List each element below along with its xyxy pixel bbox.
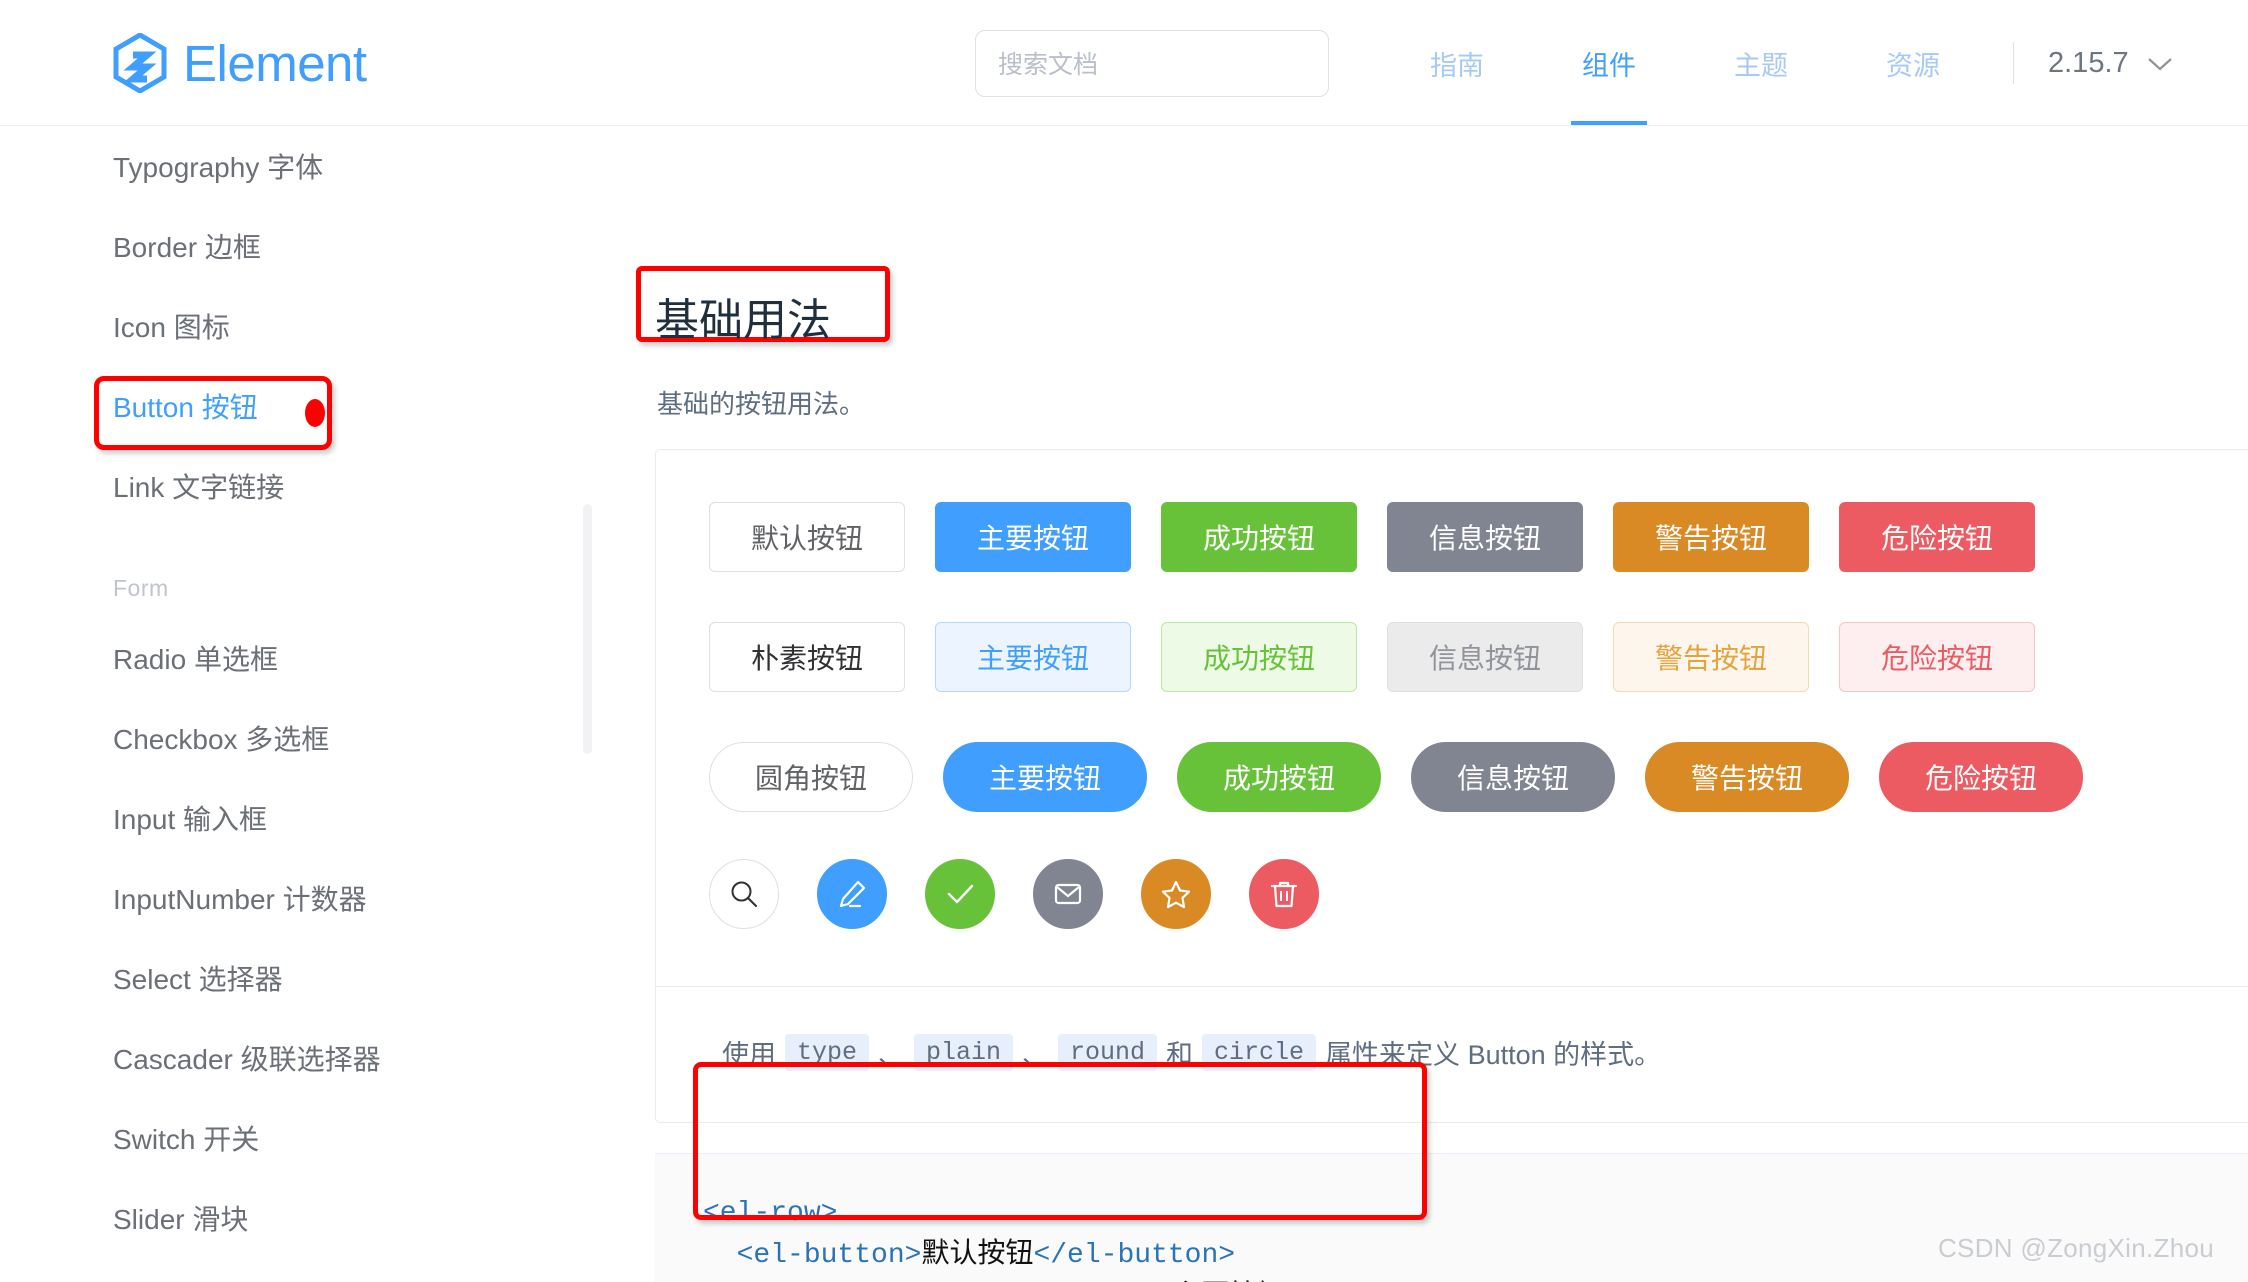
edit-pencil-icon [839, 880, 866, 908]
main-content: 基础用法 基础的按钮用法。 默认按钮 主要按钮 成功按钮 信息按钮 警告按钮 危… [600, 126, 2248, 1282]
nav-item-guide[interactable]: 指南 [1381, 0, 1533, 126]
search-placeholder: 搜索文档 [998, 51, 1099, 79]
code-line-0: <el-row> [703, 1200, 837, 1228]
button-circle-delete[interactable] [1249, 859, 1319, 929]
element-logo-icon [113, 33, 167, 93]
page-root: Element 搜索文档 指南 组件 主题 资源 2.15.7 Typograp… [0, 0, 2248, 1282]
code-line-1: <el-button>默认按钮</el-button> [703, 1240, 1236, 1271]
brand-logo-link[interactable]: Element [113, 33, 367, 93]
nav-links: 指南 组件 主题 资源 [1381, 0, 1989, 126]
nav-item-components[interactable]: 组件 [1533, 0, 1685, 126]
button-plain-warning[interactable]: 警告按钮 [1613, 622, 1809, 692]
usage-description-block: 使用 type 、 plain 、 round 和 circle 属性来定义 B… [655, 986, 2248, 1123]
search-input[interactable]: 搜索文档 [975, 29, 1329, 97]
sidebar-group-form: Form [113, 575, 169, 601]
usage-conj: 和 [1166, 1040, 1194, 1070]
nav-divider [2013, 42, 2014, 84]
button-circle-edit[interactable] [817, 859, 887, 929]
sidebar-item-border[interactable]: Border 边框 [0, 206, 600, 286]
button-round-primary[interactable]: 主要按钮 [943, 742, 1147, 812]
page-title: 基础用法 [655, 296, 831, 345]
code-tag-round: round [1058, 1034, 1158, 1071]
version-selector[interactable]: 2.15.7 [2048, 47, 2173, 80]
code-token: </el-button> [1033, 1240, 1236, 1271]
button-round-info[interactable]: 信息按钮 [1411, 742, 1615, 812]
nav-item-resources[interactable]: 资源 [1837, 0, 1989, 126]
button-circle-star[interactable] [1141, 859, 1211, 929]
sidebar-nav: Typography 字体 Border 边框 Icon 图标 Button 按… [0, 126, 600, 1282]
nav-item-theme[interactable]: 主题 [1685, 0, 1837, 126]
sidebar-item-checkbox[interactable]: Checkbox 多选框 [0, 698, 600, 778]
chevron-down-icon [2147, 47, 2173, 80]
sidebar-scrollbar[interactable] [583, 504, 592, 754]
sidebar-item-cascader[interactable]: Cascader 级联选择器 [0, 1018, 600, 1098]
usage-suffix: 属性来定义 Button 的样式。 [1325, 1040, 1662, 1070]
button-warning[interactable]: 警告按钮 [1613, 502, 1809, 572]
watermark: CSDN @ZongXin.Zhou [1937, 1233, 2214, 1263]
usage-sep-1: 、 [878, 1040, 906, 1070]
version-label: 2.15.7 [2048, 46, 2129, 79]
site-header: Element 搜索文档 指南 组件 主题 资源 2.15.7 [0, 0, 2248, 126]
code-tag-type: type [785, 1034, 870, 1071]
button-plain-primary[interactable]: 主要按钮 [935, 622, 1131, 692]
button-round-danger[interactable]: 危险按钮 [1879, 742, 2083, 812]
sidebar-item-button[interactable]: Button 按钮 [0, 366, 600, 446]
button-round-default[interactable]: 圆角按钮 [709, 742, 913, 812]
button-primary[interactable]: 主要按钮 [935, 502, 1131, 572]
button-danger[interactable]: 危险按钮 [1839, 502, 2035, 572]
star-icon [1161, 880, 1191, 909]
sidebar-item-typography[interactable]: Typography 字体 [0, 126, 600, 206]
code-tag-plain: plain [914, 1034, 1014, 1071]
header-nav: 搜索文档 指南 组件 主题 资源 2.15.7 [975, 0, 2173, 126]
code-token: 默认按钮 [921, 1240, 1034, 1271]
button-plain-danger[interactable]: 危险按钮 [1839, 622, 2035, 692]
usage-prefix: 使用 [722, 1040, 776, 1070]
button-row-circle [709, 859, 1357, 929]
usage-description-text: 使用 type 、 plain 、 round 和 circle 属性来定义 B… [722, 1033, 1661, 1072]
button-row-round: 圆角按钮 主要按钮 成功按钮 信息按钮 警告按钮 危险按钮 [709, 742, 2113, 812]
button-default[interactable]: 默认按钮 [709, 502, 905, 572]
annotation-dot [305, 399, 325, 427]
search-icon [731, 881, 757, 907]
button-circle-search[interactable] [709, 859, 779, 929]
sidebar-item-input[interactable]: Input 输入框 [0, 778, 600, 858]
button-row-plain: 朴素按钮 主要按钮 成功按钮 信息按钮 警告按钮 危险按钮 [709, 622, 2065, 692]
sidebar-item-inputnumber[interactable]: InputNumber 计数器 [0, 858, 600, 938]
button-success[interactable]: 成功按钮 [1161, 502, 1357, 572]
code-token: <el-button> [703, 1240, 922, 1271]
button-plain-success[interactable]: 成功按钮 [1161, 622, 1357, 692]
check-icon [947, 884, 974, 904]
sidebar-item-slider[interactable]: Slider 滑块 [0, 1178, 600, 1258]
page-description: 基础的按钮用法。 [657, 389, 866, 419]
sidebar-item-select[interactable]: Select 选择器 [0, 938, 600, 1018]
button-round-success[interactable]: 成功按钮 [1177, 742, 1381, 812]
brand-name: Element [183, 34, 367, 92]
usage-sep-2: 、 [1022, 1040, 1050, 1070]
button-info[interactable]: 信息按钮 [1387, 502, 1583, 572]
code-tag-circle: circle [1202, 1034, 1317, 1071]
sidebar-item-radio[interactable]: Radio 单选框 [0, 618, 600, 698]
button-round-warning[interactable]: 警告按钮 [1645, 742, 1849, 812]
code-token: <el-row> [703, 1198, 838, 1229]
button-row-default: 默认按钮 主要按钮 成功按钮 信息按钮 警告按钮 危险按钮 [709, 502, 2065, 572]
message-envelope-icon [1054, 883, 1082, 905]
delete-trash-icon [1270, 881, 1298, 908]
button-circle-message[interactable] [1033, 859, 1103, 929]
button-circle-check[interactable] [925, 859, 995, 929]
sidebar-item-link[interactable]: Link 文字链接 [0, 446, 600, 526]
button-plain-info[interactable]: 信息按钮 [1387, 622, 1583, 692]
button-plain-default[interactable]: 朴素按钮 [709, 622, 905, 692]
sidebar-item-switch[interactable]: Switch 开关 [0, 1098, 600, 1178]
sidebar-item-icon[interactable]: Icon 图标 [0, 286, 600, 366]
demo-block: 默认按钮 主要按钮 成功按钮 信息按钮 警告按钮 危险按钮 朴素按钮 主要按钮 … [655, 449, 2248, 986]
sidebar-item-timepicker[interactable]: TimePicker 时间选择器 [0, 1258, 600, 1282]
